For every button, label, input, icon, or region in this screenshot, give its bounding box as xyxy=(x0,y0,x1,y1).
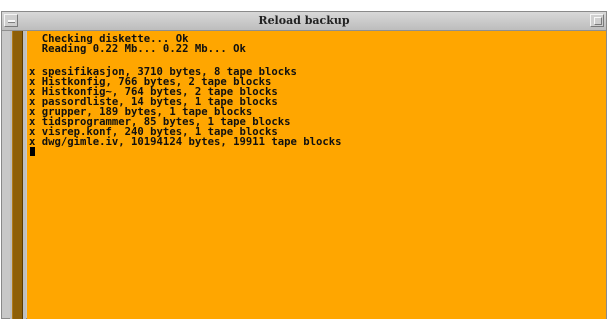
vertical-scrollbar[interactable] xyxy=(10,31,26,319)
text-cursor xyxy=(30,147,35,156)
scrollbar-thumb[interactable] xyxy=(12,31,23,319)
window-title: Reload backup xyxy=(258,14,350,27)
terminal-output[interactable]: Checking diskette... Ok Reading 0.22 Mb.… xyxy=(27,31,606,319)
window-menu-button[interactable] xyxy=(4,14,18,27)
reload-backup-window: Reload backup Checking diskette... Ok Re… xyxy=(1,11,607,319)
terminal-line: Reading 0.22 Mb... 0.22 Mb... Ok xyxy=(29,43,246,55)
maximize-button[interactable] xyxy=(590,14,604,27)
title-bar[interactable]: Reload backup xyxy=(2,12,606,31)
terminal-line: x dwg/gimle.iv, 10194124 bytes, 19911 ta… xyxy=(29,136,342,148)
window-menu-icon xyxy=(8,20,15,23)
maximize-icon xyxy=(594,17,602,25)
